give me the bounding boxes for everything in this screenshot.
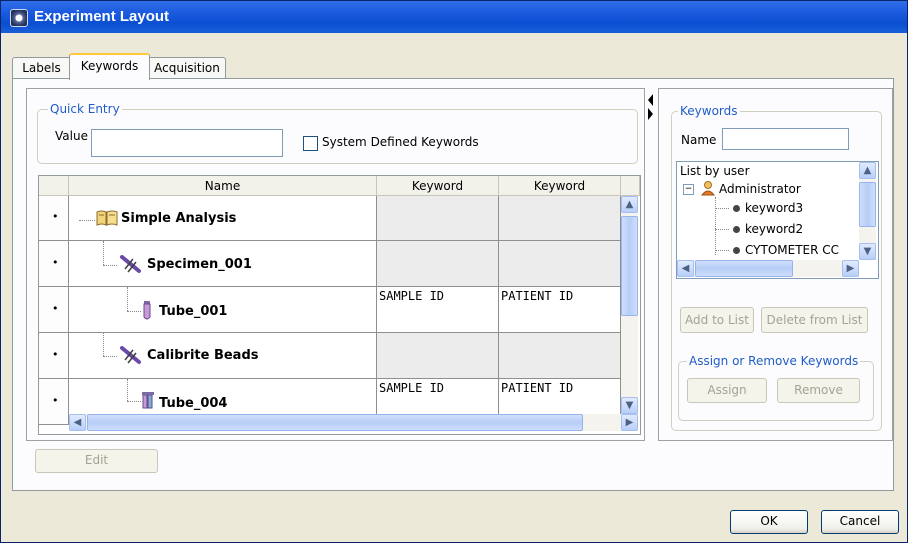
table-row[interactable]: Tube_001 [69,287,377,333]
keyword-cell[interactable]: PATIENT ID [499,287,621,333]
row-header[interactable]: • [39,241,69,287]
keyword-bullet-icon [733,226,740,233]
row-name: Tube_001 [159,304,228,319]
keyword-cell[interactable]: SAMPLE ID [377,287,499,333]
keyword-cell[interactable] [377,196,499,241]
column-header-filler [621,176,640,196]
scroll-up-button[interactable]: ▲ [621,196,638,213]
specimen-icon [120,346,141,364]
row-name: Specimen_001 [147,257,252,272]
keyword-cell[interactable] [499,196,621,241]
tree-user-node[interactable]: Administrator [719,182,801,196]
tree-keyword-item[interactable]: CYTOMETER CC [745,243,839,257]
edit-button[interactable]: Edit [35,449,158,473]
name-label: Name [681,133,717,147]
cancel-button[interactable]: Cancel [821,510,899,534]
tree-vertical-thumb[interactable] [859,182,876,227]
row-header[interactable]: • [39,379,69,425]
tree-scroll-right-button[interactable]: ▶ [842,260,859,277]
tube-icon [142,392,154,409]
assign-remove-legend: Assign or Remove Keywords [687,354,861,368]
grid-horizontal-scrollbar[interactable]: ◀ ▶ [69,414,638,431]
keyword-bullet-icon [733,247,740,254]
column-header-keyword-1[interactable]: Keyword [377,176,499,196]
tree-scroll-up-button[interactable]: ▲ [859,162,876,179]
keyword-tree: List by user − Administrator keyword3 ke… [676,161,879,279]
keyword-cell[interactable] [499,241,621,287]
keyword-bullet-icon [733,205,740,212]
tree-keyword-item[interactable]: keyword3 [745,201,803,215]
table-row[interactable]: Calibrite Beads [69,333,377,379]
assign-button[interactable]: Assign [687,378,767,403]
scroll-left-button[interactable]: ◀ [69,414,86,431]
horizontal-scroll-thumb[interactable] [87,414,583,431]
tree-keyword-item[interactable]: keyword2 [745,222,803,236]
tab-keywords[interactable]: Keywords [69,53,150,80]
keyword-cell[interactable] [499,333,621,379]
title-bar[interactable]: Experiment Layout [1,1,907,33]
tree-horizontal-scrollbar[interactable]: ◀ ▶ [677,260,859,277]
delete-from-list-button[interactable]: Delete from List [761,307,868,333]
system-defined-checkbox[interactable] [303,136,318,151]
grid-vertical-scrollbar[interactable]: ▲ ▼ [621,196,638,414]
book-icon [96,210,118,226]
table-row[interactable]: Simple Analysis [69,196,377,241]
ok-button[interactable]: OK [730,510,808,534]
tree-vertical-scrollbar[interactable]: ▲ ▼ [859,162,876,260]
specimen-icon [120,255,141,273]
tree-root-label: List by user [680,164,750,178]
add-to-list-button[interactable]: Add to List [680,307,754,333]
tab-acquisition[interactable]: Acquisition [148,57,226,78]
tab-labels[interactable]: Labels [12,57,71,78]
column-header-name[interactable]: Name [69,176,377,196]
column-header-keyword-2[interactable]: Keyword [499,176,621,196]
row-header-corner [39,176,69,196]
tree-scroll-left-button[interactable]: ◀ [677,260,694,277]
value-label: Value [55,129,88,143]
row-header[interactable]: • [39,196,69,241]
quick-entry-legend: Quick Entry [48,102,122,116]
remove-button[interactable]: Remove [777,378,860,403]
panel-splitter[interactable] [646,88,654,439]
scroll-right-button[interactable]: ▶ [621,414,638,431]
tree-scroll-down-button[interactable]: ▼ [859,243,876,260]
tree-connector [79,220,95,221]
app-icon [10,9,28,27]
value-input[interactable] [91,129,283,157]
row-name: Calibrite Beads [147,348,259,363]
tree-horizontal-thumb[interactable] [695,260,793,277]
expand-right-icon[interactable] [648,108,653,120]
keyword-cell[interactable] [377,241,499,287]
table-row[interactable]: Specimen_001 [69,241,377,287]
scroll-down-button[interactable]: ▼ [621,397,638,414]
experiment-layout-window: Experiment Layout Labels Keywords Acquis… [0,0,908,543]
collapse-left-icon[interactable] [648,94,653,106]
window-title: Experiment Layout [34,8,170,25]
row-name: Tube_004 [159,396,228,411]
vertical-scroll-thumb[interactable] [621,216,638,316]
row-header[interactable]: • [39,287,69,333]
row-header[interactable]: • [39,333,69,379]
system-defined-label: System Defined Keywords [322,135,479,149]
layout-grid: Name Keyword Keyword • Simple Analysis •… [38,175,641,435]
user-icon [701,181,715,196]
collapse-toggle-icon[interactable]: − [683,184,694,195]
row-marker: • [52,210,59,223]
row-name: Simple Analysis [121,211,237,226]
keywords-legend: Keywords [678,104,740,118]
keyword-name-input[interactable] [722,128,849,150]
tube-icon [143,301,151,320]
keyword-cell[interactable] [377,333,499,379]
